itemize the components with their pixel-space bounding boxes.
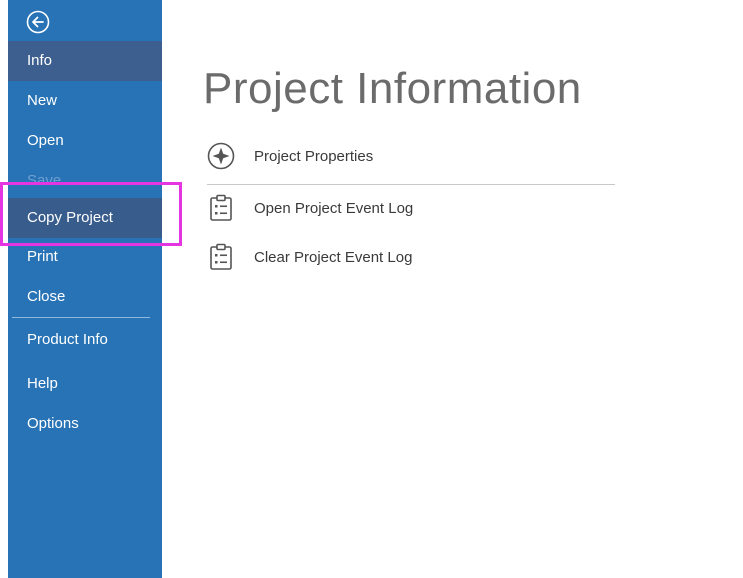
- clear-event-log-label: Clear Project Event Log: [254, 249, 413, 266]
- sidebar-item-new[interactable]: New: [8, 81, 162, 121]
- compass-star-icon: [207, 142, 235, 170]
- open-event-log-button[interactable]: Open Project Event Log: [206, 193, 626, 225]
- sidebar-item-save: Save: [27, 172, 62, 189]
- project-properties-button[interactable]: Project Properties: [206, 141, 626, 173]
- clear-event-log-button[interactable]: Clear Project Event Log: [206, 242, 626, 274]
- project-properties-label: Project Properties: [254, 148, 374, 165]
- section-divider: [207, 184, 615, 185]
- sidebar-item-copy-project[interactable]: Copy Project: [8, 198, 162, 238]
- sidebar-item-info[interactable]: Info: [8, 41, 162, 81]
- page-title: Project Information: [203, 64, 582, 113]
- sidebar-item-options[interactable]: Options: [8, 404, 162, 444]
- clipboard-list-icon: [210, 194, 232, 221]
- clipboard-list-icon: [210, 243, 232, 270]
- sidebar-item-open[interactable]: Open: [8, 121, 162, 161]
- arrow-left-circle-icon: [26, 10, 50, 34]
- sidebar-item-help[interactable]: Help: [8, 364, 162, 404]
- sidebar-divider: [12, 317, 150, 318]
- sidebar-item-close[interactable]: Close: [8, 277, 162, 317]
- sidebar-item-product-info[interactable]: Product Info: [8, 320, 162, 360]
- back-button[interactable]: [26, 10, 50, 34]
- open-event-log-label: Open Project Event Log: [254, 200, 414, 217]
- window-edge: [0, 0, 8, 578]
- sidebar-item-print[interactable]: Print: [8, 237, 162, 277]
- backstage-sidebar: Info New Open Save Copy Project Print Cl…: [8, 0, 162, 578]
